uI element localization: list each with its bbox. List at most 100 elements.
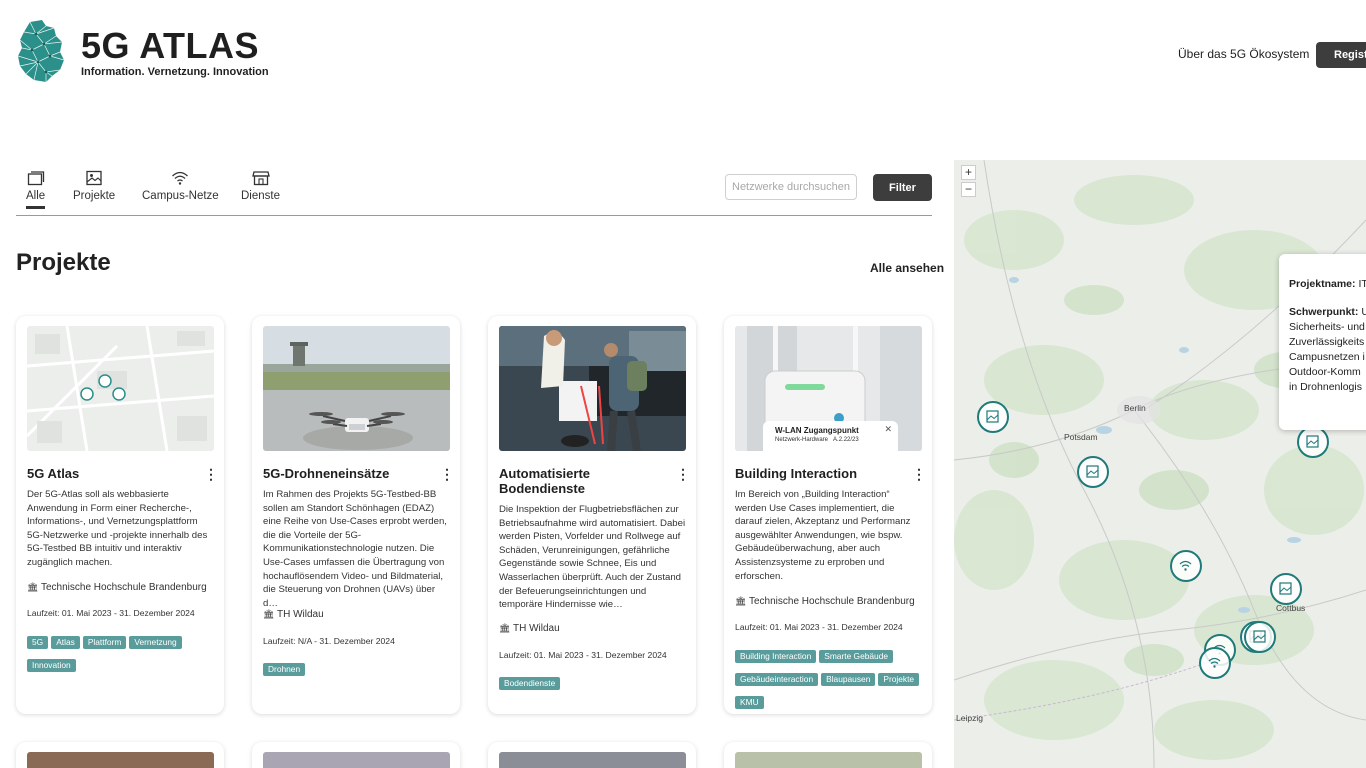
card-tags: Building Interaction Smarte GebäudeGebäud…: [735, 646, 925, 715]
tab-alle[interactable]: Alle: [26, 170, 46, 209]
tag[interactable]: Blaupausen: [821, 673, 876, 686]
tag[interactable]: Projekte: [878, 673, 920, 686]
project-card-next[interactable]: [16, 742, 224, 768]
see-all-link[interactable]: Alle ansehen: [870, 261, 944, 275]
more-options-icon[interactable]: ⋮: [440, 467, 454, 481]
popup-line: Campusnetzen i: [1289, 351, 1365, 363]
filter-button[interactable]: Filter: [873, 174, 932, 201]
tag[interactable]: Plattform: [82, 636, 127, 649]
tag[interactable]: Smarte Gebäude: [819, 650, 894, 663]
wlan-overlay-code: A.2.22/23: [833, 437, 859, 443]
card-tags: Drohnen: [263, 659, 453, 682]
institution-icon: 🏛: [263, 609, 275, 619]
wlan-router-photo: W-LAN Zugangspunkt Netzwerk-Hardware A.2…: [735, 326, 922, 451]
zoom-out-button[interactable]: −: [961, 182, 976, 197]
tag[interactable]: Atlas: [51, 636, 80, 649]
project-marker[interactable]: [1244, 621, 1276, 653]
tab-dienste[interactable]: Dienste: [241, 170, 280, 202]
card-description: Im Rahmen des Projekts 5G-Testbed-BB sol…: [263, 489, 447, 609]
institution-name: TH Wildau: [277, 609, 324, 620]
tab-label: Alle: [26, 190, 46, 202]
popup-line: Sicherheits- und: [1289, 321, 1365, 333]
network-search-input[interactable]: [725, 174, 857, 200]
card-runtime: Laufzeit: 01. Mai 2023 - 31. Dezember 20…: [27, 608, 195, 618]
project-marker[interactable]: [1270, 573, 1302, 605]
nav-link-ecosystem[interactable]: Über das 5G Ökosystem: [1178, 47, 1309, 61]
card-runtime: Laufzeit: 01. Mai 2023 - 31. Dezember 20…: [499, 650, 667, 660]
project-card-next[interactable]: [488, 742, 696, 768]
institution-name: Technische Hochschule Brandenburg: [41, 582, 207, 593]
tag[interactable]: Vernetzung: [129, 636, 182, 649]
wlan-overlay-subtitle: Netzwerk-Hardware A.2.22/23: [775, 437, 898, 443]
card-title[interactable]: 5G Atlas: [27, 466, 187, 481]
project-marker[interactable]: [977, 401, 1009, 433]
card-thumbnail: [499, 752, 686, 768]
network-map[interactable]: + − Berlin Potsdam Leipzig Cottbus: [954, 160, 1366, 768]
map-popup[interactable]: Projektname: IT Schwerpunkt: U Sicherhei…: [1279, 254, 1366, 430]
institution-icon: 🏛: [735, 596, 747, 606]
project-card-next[interactable]: [724, 742, 932, 768]
image-icon: [1253, 630, 1266, 643]
map-label-potsdam: Potsdam: [1064, 432, 1098, 442]
project-marker[interactable]: [1077, 456, 1109, 488]
card-institution: 🏛 TH Wildau: [263, 609, 324, 620]
tag[interactable]: Gebäudeinteraction: [735, 673, 819, 686]
wifi-icon: [1208, 657, 1221, 668]
wlan-overlay-type: Netzwerk-Hardware: [775, 437, 829, 443]
institution-name: TH Wildau: [513, 623, 560, 634]
popup-line: in Drohnenlogis: [1289, 381, 1362, 393]
card-tags: Bodendienste: [499, 673, 689, 696]
tag[interactable]: Innovation: [27, 659, 76, 672]
project-marker[interactable]: [1297, 426, 1329, 458]
institution-name: Technische Hochschule Brandenburg: [749, 596, 915, 607]
card-runtime: Laufzeit: 01. Mai 2023 - 31. Dezember 20…: [735, 622, 903, 632]
popup-name-value: IT: [1358, 278, 1366, 290]
project-card-next[interactable]: [252, 742, 460, 768]
popup-focus-label: Schwerpunkt:: [1289, 306, 1359, 318]
tab-projekte[interactable]: Projekte: [73, 170, 115, 202]
tag[interactable]: Building Interaction: [735, 650, 817, 663]
card-thumbnail: [735, 752, 922, 768]
card-thumbnail: [27, 752, 214, 768]
card-title[interactable]: Automatisierte Bodendienste: [499, 466, 659, 496]
project-card-bodendienste[interactable]: Automatisierte Bodendienste ⋮ Die Inspek…: [488, 316, 696, 714]
tag[interactable]: Bodendienste: [499, 677, 561, 690]
section-title: Projekte: [16, 249, 111, 276]
zoom-in-button[interactable]: +: [961, 165, 976, 180]
more-options-icon[interactable]: ⋮: [676, 467, 690, 481]
popup-line: Outdoor-Komm: [1289, 366, 1361, 378]
map-tiles: [954, 160, 1366, 768]
tag[interactable]: Drohnen: [263, 663, 306, 676]
tag[interactable]: 5G: [27, 636, 49, 649]
brand-title[interactable]: 5G ATLAS: [81, 27, 259, 65]
image-icon: [86, 170, 102, 186]
card-tags: 5G Atlas Plattform Vernetzung Innovation: [27, 632, 217, 678]
image-icon: [1086, 465, 1099, 478]
project-card-building-interaction[interactable]: W-LAN Zugangspunkt Netzwerk-Hardware A.2…: [724, 316, 932, 714]
germany-network-logo[interactable]: [16, 20, 66, 82]
campus-network-marker[interactable]: [1170, 550, 1202, 582]
more-options-icon[interactable]: ⋮: [204, 467, 218, 481]
project-card-drohneneinsaetze[interactable]: 5G-Drohneneinsätze ⋮ Im Rahmen des Proje…: [252, 316, 460, 714]
tab-label: Campus-Netze: [142, 190, 219, 202]
tab-label: Dienste: [241, 190, 280, 202]
project-card-5g-atlas[interactable]: 5G Atlas ⋮ Der 5G-Atlas soll als webbasi…: [16, 316, 224, 714]
tab-campus-netze[interactable]: Campus-Netze: [142, 170, 219, 202]
card-institution: 🏛 Technische Hochschule Brandenburg: [27, 582, 207, 593]
close-icon[interactable]: ✕: [884, 424, 892, 435]
wlan-overlay-title: W-LAN Zugangspunkt: [775, 426, 859, 435]
tab-label: Projekte: [73, 190, 116, 202]
campus-network-marker[interactable]: [1199, 647, 1231, 679]
image-icon: [986, 410, 999, 423]
brand-subtitle: Information. Vernetzung. Innovation: [81, 66, 269, 78]
card-title[interactable]: 5G-Drohneneinsätze: [263, 466, 423, 481]
map-label-leipzig: Leipzig: [956, 713, 983, 723]
popup-focus-value: U: [1361, 306, 1366, 318]
card-title[interactable]: Building Interaction: [735, 466, 895, 481]
institution-icon: 🏛: [499, 623, 511, 633]
wifi-icon: [172, 171, 189, 185]
tag[interactable]: KMU: [735, 696, 764, 709]
map-label-berlin: Berlin: [1124, 403, 1146, 413]
register-button[interactable]: Registrieren: [1316, 42, 1366, 68]
more-options-icon[interactable]: ⋮: [912, 467, 926, 481]
